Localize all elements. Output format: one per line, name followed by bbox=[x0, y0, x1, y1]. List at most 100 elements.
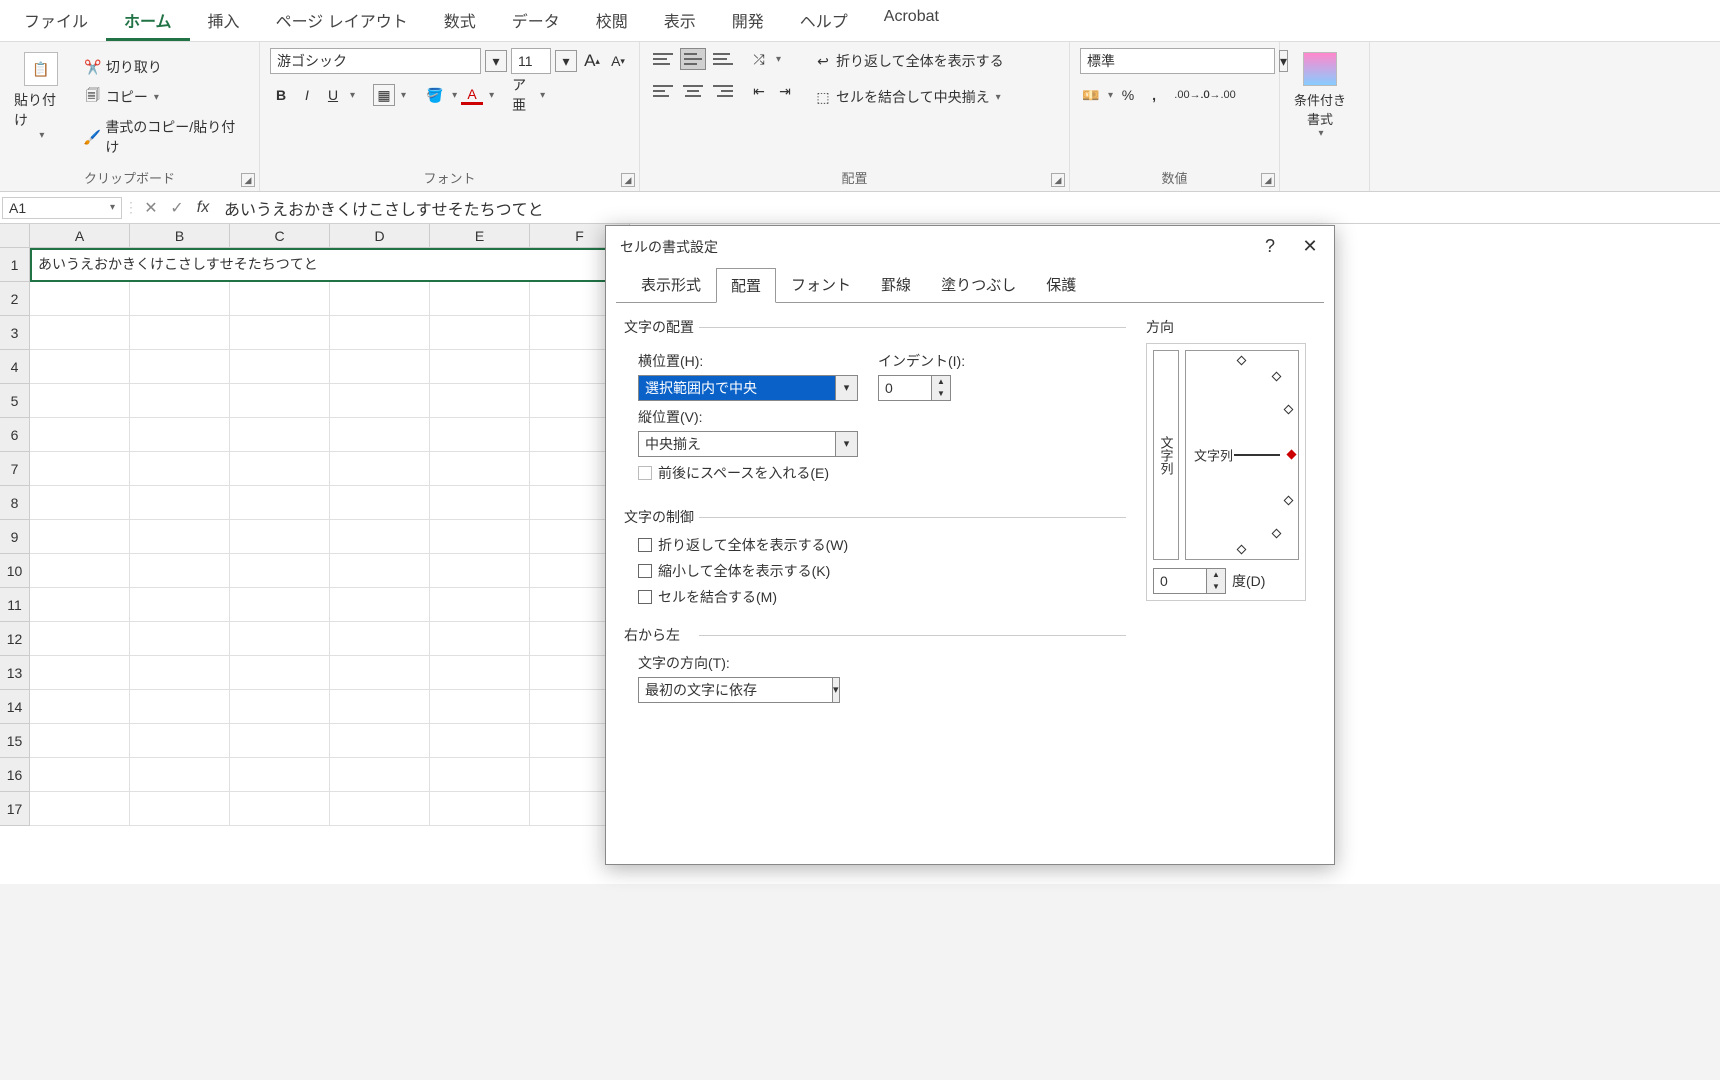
vertical-combo[interactable]: ▾ bbox=[638, 431, 858, 457]
col-header-D[interactable]: D bbox=[330, 224, 430, 248]
font-size-combo[interactable] bbox=[511, 48, 551, 74]
cell[interactable] bbox=[430, 520, 530, 554]
cell[interactable] bbox=[130, 520, 230, 554]
cell[interactable] bbox=[330, 486, 430, 520]
name-box[interactable]: A1▾ bbox=[2, 197, 122, 219]
cell[interactable] bbox=[30, 554, 130, 588]
cell[interactable] bbox=[230, 588, 330, 622]
chevron-down-icon[interactable]: ▾ bbox=[452, 90, 457, 101]
cell[interactable] bbox=[430, 792, 530, 826]
dlg-tab-fill[interactable]: 塗りつぶし bbox=[926, 267, 1031, 302]
cell[interactable] bbox=[230, 792, 330, 826]
tab-pagelayout[interactable]: ページ レイアウト bbox=[258, 0, 426, 41]
increase-indent-button[interactable]: ⇥ bbox=[774, 80, 796, 102]
cell[interactable] bbox=[30, 792, 130, 826]
enter-formula-button[interactable]: ✓ bbox=[164, 198, 190, 218]
col-header-A[interactable]: A bbox=[30, 224, 130, 248]
tab-insert[interactable]: 挿入 bbox=[190, 0, 258, 41]
tab-formulas[interactable]: 数式 bbox=[426, 0, 494, 41]
conditional-format-button[interactable]: 条件付き 書式▾ bbox=[1290, 48, 1350, 143]
cell[interactable] bbox=[330, 588, 430, 622]
spinner-down[interactable]: ▼ bbox=[1207, 581, 1225, 593]
cell[interactable] bbox=[330, 350, 430, 384]
cut-button[interactable]: ✂️切り取り bbox=[78, 54, 249, 80]
number-dialog-launcher[interactable]: ◢ bbox=[1261, 173, 1275, 187]
cell[interactable] bbox=[330, 316, 430, 350]
phonetic-button[interactable]: ア亜 bbox=[512, 84, 534, 106]
dlg-tab-number[interactable]: 表示形式 bbox=[626, 267, 716, 302]
orientation-dial[interactable]: 文字列 bbox=[1185, 350, 1299, 560]
row-header-13[interactable]: 13 bbox=[0, 656, 30, 690]
cell[interactable] bbox=[230, 486, 330, 520]
decrease-indent-button[interactable]: ⇤ bbox=[748, 80, 770, 102]
font-size-dropdown[interactable]: ▾ bbox=[555, 50, 577, 72]
cell[interactable] bbox=[30, 418, 130, 452]
underline-button[interactable]: U bbox=[322, 84, 344, 106]
cell[interactable] bbox=[130, 792, 230, 826]
cell[interactable] bbox=[430, 452, 530, 486]
cell[interactable] bbox=[130, 350, 230, 384]
merge-center-button[interactable]: ⬚セルを結合して中央揃え▾ bbox=[808, 84, 1010, 110]
cell[interactable] bbox=[30, 690, 130, 724]
align-left-button[interactable] bbox=[650, 80, 676, 102]
fill-color-button[interactable]: 🪣 bbox=[424, 84, 446, 106]
cell[interactable] bbox=[130, 622, 230, 656]
cell[interactable] bbox=[430, 486, 530, 520]
cell[interactable] bbox=[230, 520, 330, 554]
row-header-4[interactable]: 4 bbox=[0, 350, 30, 384]
cell[interactable] bbox=[30, 656, 130, 690]
cell[interactable] bbox=[330, 418, 430, 452]
chevron-down-icon[interactable]: ▾ bbox=[836, 375, 858, 401]
chevron-down-icon[interactable]: ▾ bbox=[401, 90, 406, 101]
cell[interactable] bbox=[230, 554, 330, 588]
row-header-7[interactable]: 7 bbox=[0, 452, 30, 486]
cell[interactable] bbox=[130, 554, 230, 588]
row-header-6[interactable]: 6 bbox=[0, 418, 30, 452]
cell[interactable] bbox=[430, 350, 530, 384]
row-header-15[interactable]: 15 bbox=[0, 724, 30, 758]
cell[interactable] bbox=[230, 452, 330, 486]
accounting-button[interactable]: 💴 bbox=[1080, 84, 1102, 106]
merge-cells-check[interactable]: セルを結合する(M) bbox=[638, 587, 1126, 607]
tab-file[interactable]: ファイル bbox=[6, 0, 106, 41]
chevron-down-icon[interactable]: ▾ bbox=[776, 54, 781, 65]
dialog-help-button[interactable]: ? bbox=[1260, 236, 1280, 257]
cell[interactable] bbox=[130, 384, 230, 418]
active-selection[interactable]: あいうえおかきくけこさしすせそたちつてと bbox=[30, 248, 630, 282]
shrink-font-button[interactable]: A▾ bbox=[607, 50, 629, 72]
cell[interactable] bbox=[430, 316, 530, 350]
cell[interactable] bbox=[430, 418, 530, 452]
cell[interactable] bbox=[30, 452, 130, 486]
cell[interactable] bbox=[30, 316, 130, 350]
cell[interactable] bbox=[330, 452, 430, 486]
align-top-button[interactable] bbox=[650, 48, 676, 70]
percent-button[interactable]: % bbox=[1117, 84, 1139, 106]
cell[interactable] bbox=[130, 282, 230, 316]
spinner-down[interactable]: ▼ bbox=[932, 388, 950, 400]
row-header-5[interactable]: 5 bbox=[0, 384, 30, 418]
grow-font-button[interactable]: A▴ bbox=[581, 50, 603, 72]
cell[interactable] bbox=[130, 452, 230, 486]
col-header-B[interactable]: B bbox=[130, 224, 230, 248]
chevron-down-icon[interactable]: ▾ bbox=[489, 90, 494, 101]
row-header-16[interactable]: 16 bbox=[0, 758, 30, 792]
tab-developer[interactable]: 開発 bbox=[714, 0, 782, 41]
border-button[interactable]: ▦ bbox=[373, 84, 395, 106]
cell[interactable] bbox=[230, 758, 330, 792]
cell[interactable] bbox=[230, 384, 330, 418]
font-name-combo[interactable] bbox=[270, 48, 481, 74]
align-right-button[interactable] bbox=[710, 80, 736, 102]
text-direction-combo[interactable]: ▾ bbox=[638, 677, 808, 703]
cell[interactable] bbox=[330, 520, 430, 554]
bold-button[interactable]: B bbox=[270, 84, 292, 106]
wrap-text-button[interactable]: ↩折り返して全体を表示する bbox=[808, 48, 1010, 74]
clipboard-dialog-launcher[interactable]: ◢ bbox=[241, 173, 255, 187]
cell[interactable] bbox=[230, 350, 330, 384]
cell[interactable] bbox=[230, 282, 330, 316]
cell[interactable] bbox=[30, 588, 130, 622]
spinner-up[interactable]: ▲ bbox=[932, 376, 950, 388]
tab-home[interactable]: ホーム bbox=[106, 0, 190, 41]
cell[interactable] bbox=[130, 486, 230, 520]
italic-button[interactable]: I bbox=[296, 84, 318, 106]
cell[interactable] bbox=[430, 690, 530, 724]
